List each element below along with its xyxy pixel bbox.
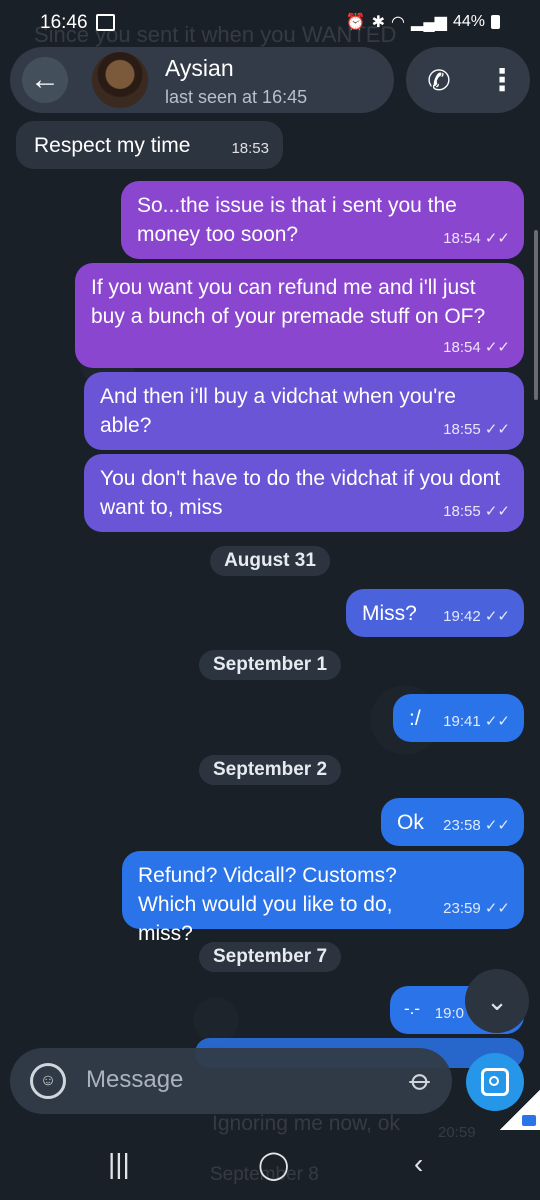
status-bar: 16:46 ⏰ ✱ ◠ ▂▄▆ 44% xyxy=(0,0,540,46)
double-check-icon: ✓✓ xyxy=(484,817,510,834)
date-separator: September 2 xyxy=(198,755,342,785)
image-notification-icon xyxy=(96,14,115,31)
home-icon[interactable]: ◯ xyxy=(258,1148,289,1181)
status-icons: ⏰ ✱ ◠ ▂▄▆ 44% xyxy=(346,12,500,32)
more-vertical-icon[interactable]: ⋮ xyxy=(487,57,517,103)
message-text: -.- xyxy=(404,999,421,1018)
message-bubble[interactable]: If you want you can refund me and i'll j… xyxy=(75,263,524,368)
message-time: 18:54 ✓✓ xyxy=(443,339,510,356)
message-time: 23:59 ✓✓ xyxy=(443,900,510,917)
message-time: 18:55 ✓✓ xyxy=(443,503,510,520)
status-time: 16:46 xyxy=(40,12,88,33)
message-bubble[interactable]: You don't have to do the vidchat if you … xyxy=(84,454,524,532)
message-input[interactable]: Message xyxy=(86,1066,183,1094)
message-time: 19:41 ✓✓ xyxy=(443,713,510,730)
wifi-icon: ◠ xyxy=(391,14,406,31)
message-time: 18:54 ✓✓ xyxy=(443,230,510,247)
double-check-icon: ✓✓ xyxy=(484,713,510,730)
message-time: 23:58 ✓✓ xyxy=(443,817,510,834)
battery-icon xyxy=(491,15,500,29)
badge-inner xyxy=(522,1115,536,1126)
double-check-icon: ✓✓ xyxy=(484,608,510,625)
message-time: 18:55 ✓✓ xyxy=(443,421,510,438)
message-text: Miss? xyxy=(362,602,417,625)
chat-header[interactable]: ← Aysian last seen at 16:45 xyxy=(10,47,394,113)
double-check-icon: ✓✓ xyxy=(484,230,510,247)
scrollbar[interactable] xyxy=(534,230,538,400)
message-bubble[interactable]: So...the issue is that i sent you the mo… xyxy=(121,181,524,259)
paperclip-icon[interactable]: ⌀ xyxy=(402,1062,440,1100)
avatar[interactable] xyxy=(92,52,148,108)
message-text: :/ xyxy=(409,707,421,730)
double-check-icon: ✓✓ xyxy=(484,421,510,438)
phone-icon[interactable]: ✆ xyxy=(416,57,462,103)
message-bubble[interactable]: Refund? Vidcall? Customs? Which would yo… xyxy=(122,851,524,945)
double-check-icon: ✓✓ xyxy=(484,339,510,356)
battery-percent: 44% xyxy=(452,13,485,30)
message-text: If you want you can refund me and i'll j… xyxy=(91,276,486,328)
last-seen: last seen at 16:45 xyxy=(165,87,308,107)
back-nav-icon[interactable]: ‹ xyxy=(414,1148,423,1180)
message-time: 18:53 xyxy=(231,140,269,157)
chevron-down-icon[interactable]: ⌄ xyxy=(465,969,529,1033)
message-text: Respect my time xyxy=(34,134,191,157)
system-navbar: ||| ◯ ‹ xyxy=(0,1130,540,1200)
message-bubble[interactable]: And then i'll buy a vidchat when you're … xyxy=(84,372,524,450)
bluetooth-icon: ✱ xyxy=(371,14,386,31)
message-text: Refund? Vidcall? Customs? Which would yo… xyxy=(138,864,397,945)
double-check-icon: ✓✓ xyxy=(484,503,510,520)
emoji-icon[interactable]: ☺ xyxy=(30,1063,66,1099)
recent-apps-icon[interactable]: ||| xyxy=(108,1148,130,1180)
message-bubble[interactable]: Ok 23:58 ✓✓ xyxy=(381,798,524,846)
contact-name[interactable]: Aysian xyxy=(165,55,234,82)
message-time: 19:0 xyxy=(434,1005,464,1022)
message-time: 19:42 ✓✓ xyxy=(443,608,510,625)
date-separator: September 1 xyxy=(198,650,342,680)
signal-icon: ▂▄▆ xyxy=(411,14,447,31)
header-actions: ✆ ⋮ xyxy=(406,47,530,113)
date-separator: September 7 xyxy=(198,942,342,972)
message-bubble[interactable]: Respect my time 18:53 xyxy=(16,121,283,169)
message-bubble[interactable]: :/ 19:41 ✓✓ xyxy=(393,694,524,742)
date-separator: August 31 xyxy=(210,546,330,576)
message-text: Ok xyxy=(397,811,424,834)
message-composer: ☺ Message ⌀ xyxy=(10,1048,452,1114)
message-bubble[interactable]: Miss? 19:42 ✓✓ xyxy=(346,589,524,637)
screenshot-badge-icon xyxy=(500,1090,540,1130)
arrow-left-icon[interactable]: ← xyxy=(22,57,68,103)
double-check-icon: ✓✓ xyxy=(484,900,510,917)
alarm-icon: ⏰ xyxy=(345,14,366,31)
